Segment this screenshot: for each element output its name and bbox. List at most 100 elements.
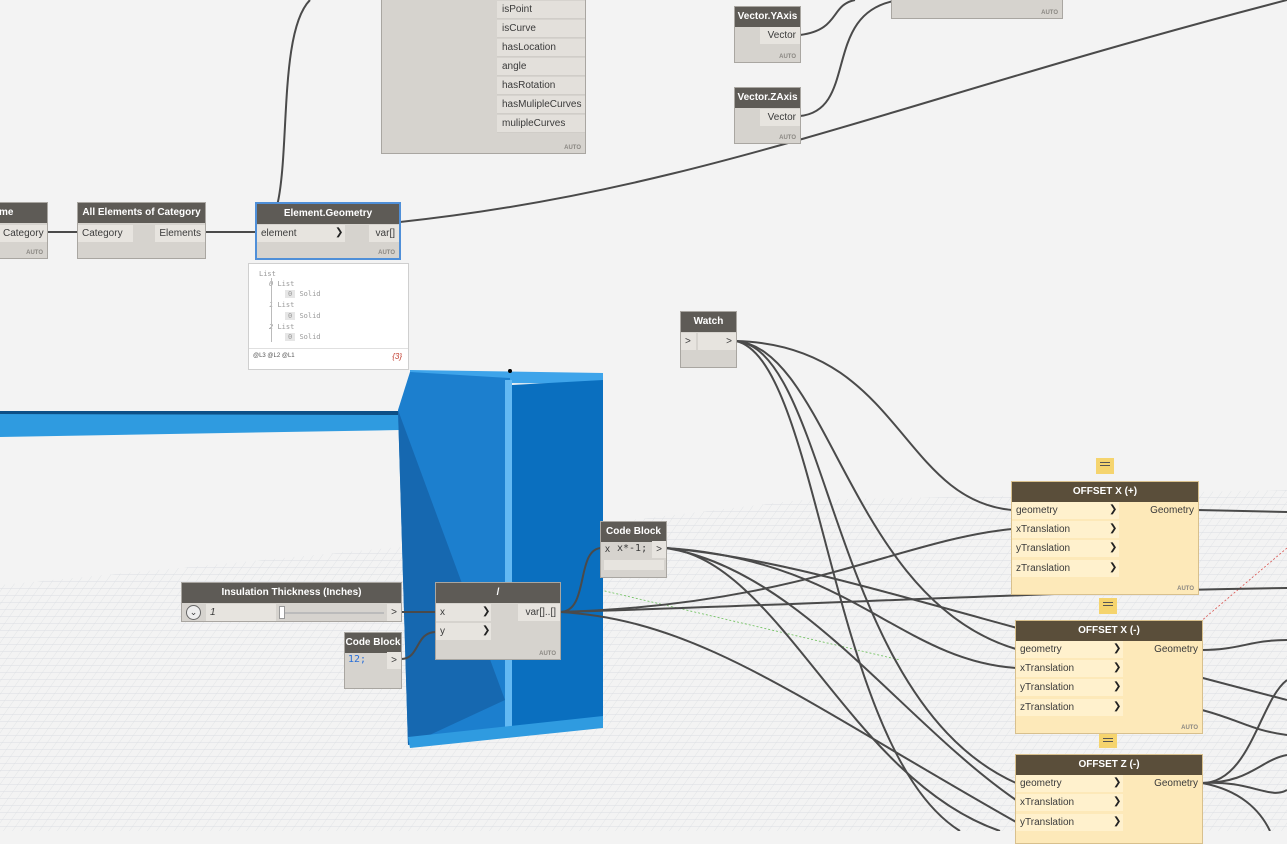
node-element-geometry[interactable]: Element.Geometry element ❯ var[] AUTO xyxy=(255,202,401,260)
output-port-vector[interactable]: Vector xyxy=(760,27,800,44)
geometry-preview-bubble[interactable]: List 0 List 0 Solid 1 List 0 Solid 2 Lis… xyxy=(248,263,409,370)
auto-label: AUTO xyxy=(779,54,796,60)
node-partial-top-right[interactable]: AUTO xyxy=(891,0,1063,19)
wire xyxy=(1201,754,1287,784)
output-port-geometry[interactable]: Geometry xyxy=(1142,502,1198,519)
chevron-right-icon: ❯ xyxy=(1113,796,1122,807)
wire xyxy=(1197,509,1287,513)
input-port-ztranslation[interactable]: zTranslation xyxy=(1012,560,1119,577)
output-port-category[interactable]: Category xyxy=(0,225,47,242)
input-port-ytranslation[interactable]: yTranslation xyxy=(1016,814,1123,831)
slider-thumb[interactable] xyxy=(279,606,285,619)
output-port-hasmulliplecurves[interactable]: hasMulipleCurves xyxy=(497,96,585,114)
output-port-geometry[interactable]: Geometry xyxy=(1146,775,1202,792)
preview-list-item: 1 List xyxy=(269,301,295,309)
wire xyxy=(257,0,311,233)
wire xyxy=(665,547,1017,669)
code-editor[interactable]: 12; xyxy=(348,654,366,665)
input-port-geometry[interactable]: geometry xyxy=(1016,641,1123,658)
wire xyxy=(559,547,603,613)
preview-value: 0 Solid xyxy=(285,312,321,320)
node-title: Element.Geometry xyxy=(257,204,399,224)
node-title: OFFSET X (+) xyxy=(1012,482,1198,502)
node-offset-x-negative[interactable]: OFFSET X (-) geometry ❯ xTranslation ❯ y… xyxy=(1015,620,1203,734)
wire xyxy=(735,340,1017,784)
output-port-iscurve[interactable]: isCurve xyxy=(497,20,585,38)
group-note-icon[interactable] xyxy=(1096,458,1114,474)
auto-label: AUTO xyxy=(539,651,556,657)
input-port-geometry[interactable]: geometry xyxy=(1012,502,1119,519)
group-note-icon[interactable] xyxy=(1099,598,1117,614)
node-code-block-12[interactable]: Code Block 12; > xyxy=(344,632,402,689)
node-title: Code Block xyxy=(345,633,401,653)
node-vector-zaxis[interactable]: Vector.ZAxis Vector AUTO xyxy=(734,87,801,144)
preview-value: 0 Solid xyxy=(285,290,321,298)
node-title: OFFSET Z (-) xyxy=(1016,755,1202,775)
output-port-haslocation[interactable]: hasLocation xyxy=(497,39,585,57)
input-port-xtranslation[interactable]: xTranslation xyxy=(1016,794,1123,811)
output-port-ispoint[interactable]: isPoint xyxy=(497,1,585,19)
input-port-geometry[interactable]: geometry xyxy=(1016,775,1123,792)
input-port-x[interactable]: x xyxy=(601,541,614,558)
node-partial-category[interactable]: me Category AUTO xyxy=(0,202,48,259)
chevron-right-icon: ❯ xyxy=(1109,542,1118,553)
wire xyxy=(665,547,1001,831)
node-all-elements-of-category[interactable]: All Elements of Category Category Elemen… xyxy=(77,202,206,259)
chevron-right-icon: ❯ xyxy=(482,625,491,636)
chevron-right-icon: ❯ xyxy=(1113,662,1122,673)
node-properties[interactable]: isPoint isCurve hasLocation angle hasRot… xyxy=(381,0,586,154)
chevron-right-icon: ❯ xyxy=(1109,523,1118,534)
input-port-ytranslation[interactable]: yTranslation xyxy=(1012,540,1119,557)
expand-slider-button[interactable]: ⌄ xyxy=(186,605,201,620)
output-port-var[interactable]: var[] xyxy=(369,225,399,242)
auto-label: AUTO xyxy=(1177,586,1194,592)
node-insulation-thickness-slider[interactable]: Insulation Thickness (Inches) ⌄ 1 > xyxy=(181,582,402,622)
code-editor[interactable]: x*-1; xyxy=(617,543,647,554)
group-note-icon[interactable] xyxy=(1099,734,1117,748)
watch-display xyxy=(698,333,721,350)
node-title: / xyxy=(436,583,560,603)
output-port[interactable]: > xyxy=(721,333,736,350)
slider-track[interactable] xyxy=(279,612,384,614)
wire xyxy=(665,547,1017,801)
input-port-category[interactable]: Category xyxy=(78,225,133,242)
output-port-hasrotation[interactable]: hasRotation xyxy=(497,77,585,95)
preview-count: {3} xyxy=(392,352,402,361)
chevron-right-icon: ❯ xyxy=(1113,681,1122,692)
graph-canvas[interactable]: me Category AUTO All Elements of Categor… xyxy=(0,0,1287,844)
output-port-mulliplecurves[interactable]: mulipleCurves xyxy=(497,115,585,133)
node-divide[interactable]: / x ❯ y ❯ var[]..[] AUTO xyxy=(435,582,561,660)
node-title: Code Block xyxy=(601,522,666,542)
output-port[interactable]: > xyxy=(652,541,666,558)
input-port[interactable]: > xyxy=(681,333,696,350)
preview-list-item: 0 List xyxy=(269,280,295,288)
output-port-vector[interactable]: Vector xyxy=(760,109,800,126)
node-code-block-negate[interactable]: Code Block x x*-1; > xyxy=(600,521,667,578)
preview-levels: @L3 @L2 @L1 xyxy=(253,353,295,359)
wire xyxy=(1201,679,1287,784)
auto-label: AUTO xyxy=(779,135,796,141)
chevron-right-icon: ❯ xyxy=(335,227,344,238)
input-port-xtranslation[interactable]: xTranslation xyxy=(1012,521,1119,538)
auto-label: AUTO xyxy=(378,250,395,256)
output-port-var[interactable]: var[]..[] xyxy=(518,604,560,621)
node-vector-yaxis[interactable]: Vector.YAxis Vector AUTO xyxy=(734,6,801,63)
output-port[interactable]: > xyxy=(387,604,401,621)
input-port-ytranslation[interactable]: yTranslation xyxy=(1016,679,1123,696)
output-port-geometry[interactable]: Geometry xyxy=(1146,641,1202,658)
input-port-ztranslation[interactable]: zTranslation xyxy=(1016,699,1123,716)
preview-value: 0 Solid xyxy=(285,333,321,341)
chevron-right-icon: ❯ xyxy=(1109,562,1118,573)
node-title: Vector.ZAxis xyxy=(735,88,800,108)
chevron-right-icon: ❯ xyxy=(1113,816,1122,827)
node-watch[interactable]: Watch > > xyxy=(680,311,737,368)
auto-label: AUTO xyxy=(1181,725,1198,731)
slider-value[interactable]: 1 xyxy=(206,604,276,621)
output-port-angle[interactable]: angle xyxy=(497,58,585,76)
input-port-xtranslation[interactable]: xTranslation xyxy=(1016,660,1123,677)
node-title: Vector.YAxis xyxy=(735,7,800,27)
node-offset-x-positive[interactable]: OFFSET X (+) geometry ❯ xTranslation ❯ y… xyxy=(1011,481,1199,595)
output-port[interactable]: > xyxy=(387,652,401,669)
output-port-elements[interactable]: Elements xyxy=(155,225,205,242)
input-port-element[interactable]: element xyxy=(257,225,345,242)
